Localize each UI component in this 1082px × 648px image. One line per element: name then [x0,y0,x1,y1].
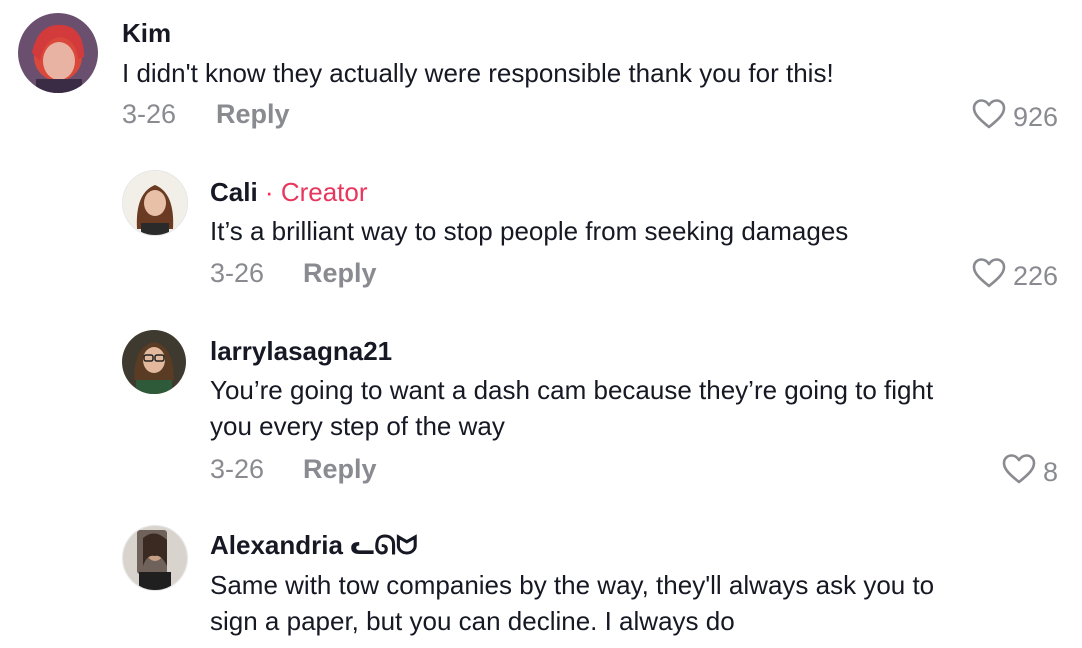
comment-cali: Cali · Creator It’s a brilliant way to s… [0,160,1082,310]
heart-outline-icon [971,257,1007,294]
comment-text-line: you every step of the way [210,411,505,441]
like-count: 926 [1012,101,1058,132]
comment-kim: Kim I didn't know they actually were res… [0,0,1082,150]
avatar[interactable] [122,525,188,591]
heart-outline-icon [971,98,1007,135]
like-count: 226 [1012,260,1058,291]
comment-username[interactable]: Alexandria ᓚᘏᗢ [210,530,418,560]
like-button[interactable]: 926 [971,98,1058,135]
comment-text-line: Same with tow companies by the way, they… [210,570,935,600]
heart-outline-icon [1001,453,1037,490]
like-button[interactable]: 226 [971,257,1058,294]
comment-alexandria: Alexandria ᓚᘏᗢ Same with tow companies b… [0,515,1082,648]
comment-username[interactable]: Kim [122,18,171,48]
comment-text-line: It’s a brilliant way to stop people from… [210,216,849,246]
badge-separator: · [264,177,274,207]
avatar[interactable] [122,170,188,236]
username-text: Cali [210,177,258,207]
comment-text-line: You’re going to want a dash cam because … [210,375,934,405]
reply-button[interactable]: Reply [303,453,377,485]
reply-button[interactable]: Reply [303,257,377,289]
avatar[interactable] [18,13,98,93]
comment-text-line: sign a paper, but you can decline. I alw… [210,606,735,636]
comment-username[interactable]: Cali · Creator [210,177,368,207]
comment-date: 3-26 [122,99,177,129]
avatar[interactable] [122,330,186,394]
comment-date: 3-26 [210,258,265,288]
comment-username[interactable]: larrylasagna21 [210,336,392,366]
comment-date: 3-26 [210,454,265,484]
creator-badge: Creator [280,177,368,207]
comment-larrylasagna21: larrylasagna21 You’re going to want a da… [0,320,1082,500]
like-count: 8 [1042,456,1058,487]
comment-text-line: I didn't know they actually were respons… [122,58,834,88]
like-button[interactable]: 8 [1001,453,1058,490]
reply-button[interactable]: Reply [216,98,290,130]
